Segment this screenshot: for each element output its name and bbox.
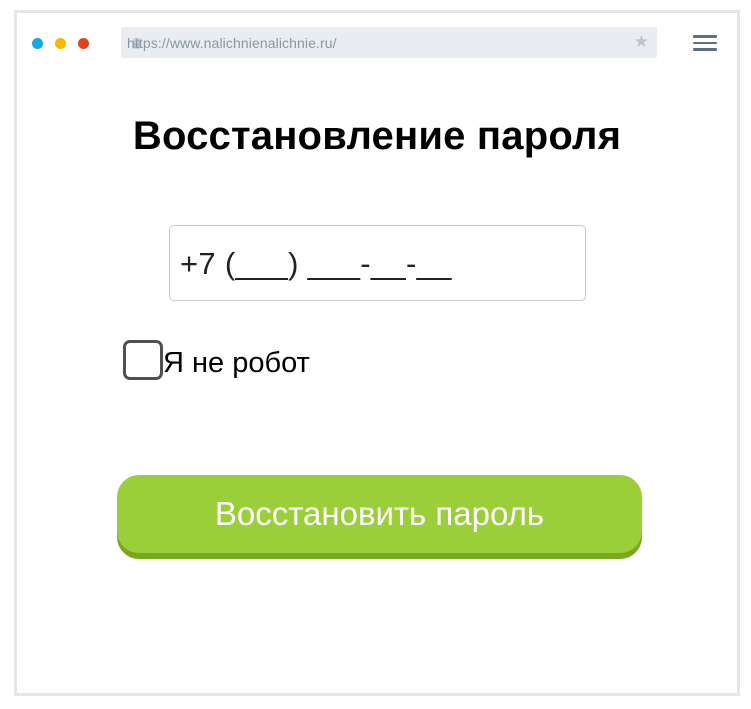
window-dot-blue xyxy=(32,38,43,49)
phone-input[interactable]: +7 (___) ___-__-__ xyxy=(169,225,586,301)
browser-toolbar: https://www.nalichnienalichnie.ru/ ★ xyxy=(17,13,737,73)
address-url[interactable]: https://www.nalichnienalichnie.ru/ xyxy=(127,35,337,51)
hamburger-menu-icon[interactable] xyxy=(693,35,717,51)
restore-password-button[interactable]: Восстановить пароль xyxy=(117,475,642,553)
window-dot-red xyxy=(78,38,89,49)
captcha-label[interactable]: Я не робот xyxy=(163,347,310,380)
star-icon[interactable]: ★ xyxy=(634,32,649,52)
page-title: Восстановление пароля xyxy=(132,114,622,158)
phone-input-value[interactable]: +7 (___) ___-__-__ xyxy=(180,246,452,282)
captcha-checkbox[interactable] xyxy=(123,340,163,380)
browser-window: https://www.nalichnienalichnie.ru/ ★ Вос… xyxy=(14,10,740,696)
window-dot-yellow xyxy=(55,38,66,49)
address-bar[interactable]: https://www.nalichnienalichnie.ru/ ★ xyxy=(121,27,657,58)
